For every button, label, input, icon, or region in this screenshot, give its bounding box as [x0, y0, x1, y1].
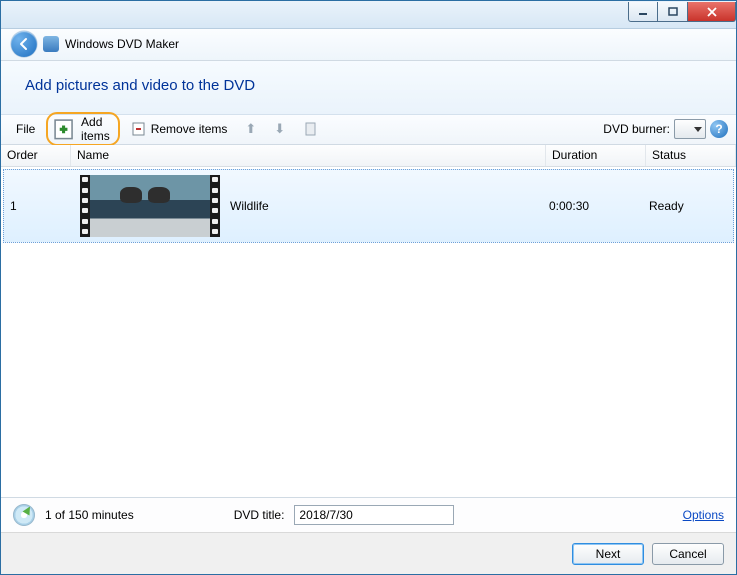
column-name[interactable]: Name	[71, 145, 546, 166]
item-thumbnail	[80, 175, 220, 237]
item-status: Ready	[643, 199, 733, 213]
list-item[interactable]: 1 Wildlife 0:00:30 Ready	[3, 169, 734, 243]
list-body[interactable]: 1 Wildlife 0:00:30 Ready	[1, 167, 736, 497]
dvd-burner-label: DVD burner:	[603, 122, 670, 136]
dvd-title-label: DVD title:	[234, 508, 285, 522]
window-minimize-button[interactable]	[628, 2, 658, 22]
help-icon: ?	[715, 122, 722, 136]
disc-usage-icon	[13, 504, 35, 526]
file-menu[interactable]: File	[9, 119, 42, 139]
dvd-burner-select[interactable]	[674, 119, 706, 139]
properties-button[interactable]	[296, 118, 326, 140]
minutes-used-text: 1 of 150 minutes	[45, 508, 134, 522]
dvd-title-input[interactable]	[294, 505, 454, 525]
move-up-button[interactable]: ⬆	[238, 118, 263, 140]
footer: Next Cancel	[1, 532, 736, 574]
options-link[interactable]: Options	[683, 508, 724, 522]
column-duration[interactable]: Duration	[546, 145, 646, 166]
remove-items-label: Remove items	[151, 122, 228, 136]
window-frame: Windows DVD Maker Add pictures and video…	[0, 0, 737, 575]
add-items-label: Add items	[81, 115, 110, 143]
page-icon	[303, 121, 319, 137]
items-list: Order Name Duration Status 1 Wildlife 0:…	[1, 145, 736, 497]
status-bar: 1 of 150 minutes DVD title: Options	[1, 497, 736, 533]
app-icon	[43, 36, 59, 52]
move-down-button[interactable]: ⬇	[267, 118, 292, 140]
remove-items-icon	[131, 121, 147, 137]
page-heading: Add pictures and video to the DVD	[1, 61, 736, 115]
toolbar: File Add items Remove items ⬆ ⬇ DVD burn…	[1, 115, 736, 145]
arrow-left-icon	[17, 37, 31, 51]
arrow-down-icon: ⬇	[274, 121, 285, 137]
header-row: Windows DVD Maker	[1, 29, 736, 61]
app-title: Windows DVD Maker	[65, 37, 179, 51]
add-items-icon	[52, 117, 77, 142]
item-duration: 0:00:30	[543, 199, 643, 213]
column-order[interactable]: Order	[1, 145, 71, 166]
next-button[interactable]: Next	[572, 543, 644, 565]
titlebar	[1, 1, 736, 29]
item-name: Wildlife	[224, 199, 543, 213]
back-button[interactable]	[11, 31, 37, 57]
remove-items-button[interactable]: Remove items	[124, 118, 235, 140]
film-frame-icon	[90, 175, 210, 237]
column-status[interactable]: Status	[646, 145, 736, 166]
window-maximize-button[interactable]	[658, 2, 688, 22]
help-button[interactable]: ?	[710, 120, 728, 138]
add-items-button[interactable]: Add items	[46, 112, 119, 146]
cancel-button[interactable]: Cancel	[652, 543, 724, 565]
item-order: 1	[4, 199, 74, 213]
arrow-up-icon: ⬆	[245, 121, 256, 137]
list-header: Order Name Duration Status	[1, 145, 736, 167]
window-close-button[interactable]	[688, 2, 736, 22]
